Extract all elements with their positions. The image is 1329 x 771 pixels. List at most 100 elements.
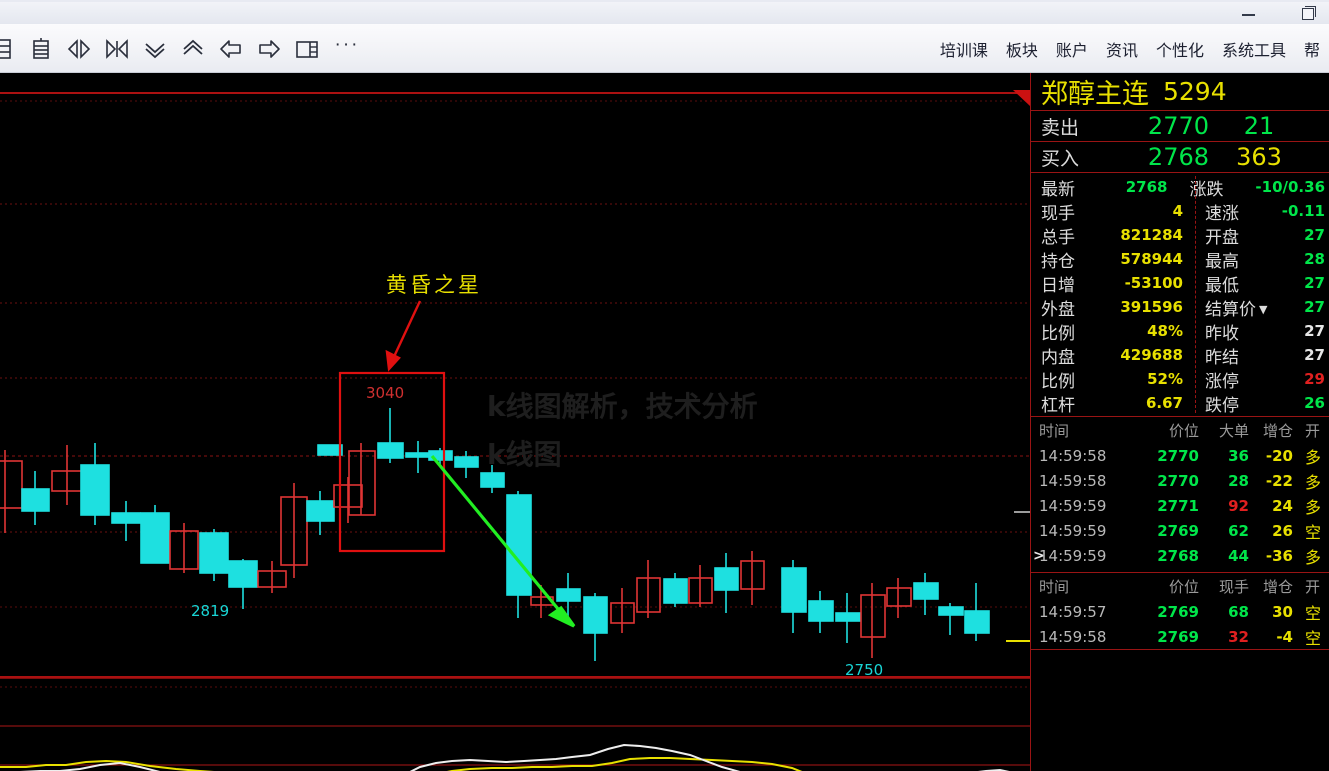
- self-select-icon[interactable]: [22, 24, 60, 73]
- stat-label-last: 最新: [1041, 179, 1075, 200]
- quote-stat-row: 最新 2768 涨跌 -10/0.36: [1031, 175, 1329, 200]
- menu-item-sector[interactable]: 板块: [997, 24, 1047, 73]
- maximize-button[interactable]: [1295, 2, 1321, 22]
- table-row[interactable]: 14:59:57 2769 68 30 空: [1031, 599, 1329, 624]
- stat-value-high: 28: [1304, 250, 1325, 268]
- instrument-name: 郑醇主连: [1041, 79, 1149, 110]
- cell-volume: 44: [1228, 546, 1249, 565]
- menu-bar: 培训课 板块 账户 资讯 个性化 系统工具 帮: [931, 24, 1329, 73]
- ask-row: 卖出 2770 21: [1031, 111, 1329, 142]
- trading-terminal-window: ··· 培训课 板块 账户 资讯 个性化 系统工具 帮 k线图解析，技术分析 k…: [0, 0, 1329, 771]
- cell-price: 2768: [1157, 546, 1199, 565]
- title-bar: [0, 0, 1329, 24]
- stat-label-open-interest: 持仓: [1041, 251, 1075, 272]
- stat-label-limit-up: 涨停: [1205, 371, 1239, 392]
- stat-label-outer-vol: 外盘: [1041, 299, 1075, 320]
- stat-value-prev-settle: 27: [1304, 346, 1325, 364]
- stat-value-total-vol: 821284: [1120, 226, 1183, 244]
- menu-item-training[interactable]: 培训课: [931, 24, 997, 73]
- cell-oi: -36: [1265, 546, 1293, 565]
- menu-item-system-tools[interactable]: 系统工具: [1213, 24, 1295, 73]
- stat-value-leverage: 6.67: [1145, 394, 1183, 412]
- stat-value-prev-close: 27: [1304, 322, 1325, 340]
- cell-oi: -4: [1276, 627, 1293, 646]
- quote-panel: 郑醇主连 5294 卖出 2770 21 买入 2768 363 最新 2768…: [1030, 73, 1329, 771]
- menu-item-account[interactable]: 账户: [1047, 24, 1097, 73]
- table-row[interactable]: 14:59:58 2770 28 -22 多: [1031, 468, 1329, 493]
- chevron-down-icon[interactable]: ▼: [1259, 303, 1267, 316]
- chevron-double-up-icon[interactable]: [174, 24, 212, 73]
- col-header-direction: 开: [1305, 421, 1321, 440]
- stat-value-inner-vol: 429688: [1120, 346, 1183, 364]
- stat-label-total-vol: 总手: [1041, 227, 1075, 248]
- stat-label-settlement[interactable]: 结算价 ▼: [1193, 295, 1279, 320]
- quote-stats-grid: 最新 2768 涨跌 -10/0.36 现手 4 速涨 -0.11 总手 821…: [1031, 173, 1329, 417]
- cell-time: 14:59:57: [1039, 602, 1107, 621]
- col-header-time: 时间: [1039, 577, 1070, 596]
- collapse-horizontal-icon[interactable]: [98, 24, 136, 73]
- layout-split-icon[interactable]: [288, 24, 326, 73]
- cell-volume: 32: [1228, 627, 1249, 646]
- menu-item-personalize[interactable]: 个性化: [1147, 24, 1213, 73]
- cell-price: 2771: [1157, 496, 1199, 515]
- bid-row: 买入 2768 363: [1031, 142, 1329, 173]
- month-icon[interactable]: [0, 24, 22, 73]
- bid-price: 2768: [1147, 143, 1209, 171]
- current-row-marker-icon: >: [1033, 547, 1045, 564]
- quote-stat-row: 持仓 578944 最高 28: [1031, 247, 1329, 272]
- big-order-table[interactable]: 时间 价位 大单 增仓 开 14:59:58 2770 36 -20 多 14:…: [1031, 417, 1329, 573]
- stat-label-high: 最高: [1205, 251, 1239, 272]
- cell-price: 2770: [1157, 471, 1199, 490]
- table-row[interactable]: > 14:59:59 2768 44 -36 多: [1031, 543, 1329, 568]
- stat-value-open-interest: 578944: [1120, 250, 1183, 268]
- menu-item-news[interactable]: 资讯: [1097, 24, 1147, 73]
- stat-label-low: 最低: [1205, 275, 1239, 296]
- restore-icon: [1301, 6, 1316, 20]
- expand-horizontal-icon[interactable]: [60, 24, 98, 73]
- cell-oi: 30: [1272, 602, 1293, 621]
- quote-stat-row: 比例 52% 涨停 29: [1031, 367, 1329, 392]
- cell-price: 2769: [1157, 602, 1199, 621]
- stat-label-change: 涨跌: [1189, 179, 1224, 200]
- stat-value-change: -10/0.36: [1255, 178, 1326, 196]
- table-row[interactable]: 14:59:59 2769 62 26 空: [1031, 518, 1329, 543]
- table-spacer: [1031, 568, 1329, 572]
- stat-label-leverage: 杠杆: [1041, 395, 1075, 416]
- stat-value-low: 27: [1304, 274, 1325, 292]
- stat-value-limit-down: 26: [1304, 394, 1325, 412]
- arrow-right-icon[interactable]: [250, 24, 288, 73]
- bid-volume: 363: [1236, 143, 1282, 171]
- stat-label-daily-increase: 日增: [1041, 275, 1075, 296]
- cell-time: 14:59:58: [1039, 627, 1107, 646]
- table-row[interactable]: 14:59:58 2769 32 -4 空: [1031, 624, 1329, 649]
- candlestick-chart[interactable]: k线图解析，技术分析 k线图 黄昏之星 3040 2819 2750: [0, 73, 1030, 771]
- table-row[interactable]: 14:59:58 2770 36 -20 多: [1031, 443, 1329, 468]
- stat-value-daily-increase: -53100: [1124, 274, 1183, 292]
- menu-item-help[interactable]: 帮: [1295, 24, 1329, 73]
- col-header-direction: 开: [1305, 577, 1321, 596]
- quote-stat-row: 杠杆 6.67 跌停 26: [1031, 391, 1329, 416]
- arrow-left-icon[interactable]: [212, 24, 250, 73]
- cell-price: 2769: [1157, 627, 1199, 646]
- cell-volume: 28: [1228, 471, 1249, 490]
- table-header-row: 时间 价位 现手 增仓 开: [1031, 573, 1329, 599]
- tick-table[interactable]: 时间 价位 现手 增仓 开 14:59:57 2769 68 30 空 14:5…: [1031, 573, 1329, 650]
- main-toolbar: ··· 培训课 板块 账户 资讯 个性化 系统工具 帮: [0, 24, 1329, 73]
- cell-direction: 空: [1305, 522, 1322, 542]
- col-header-volume: 大单: [1218, 421, 1249, 440]
- stat-value-open: 27: [1304, 226, 1325, 244]
- table-row[interactable]: 14:59:59 2771 92 24 多: [1031, 493, 1329, 518]
- stat-label-inner-ratio: 比例: [1041, 371, 1075, 392]
- chart-edge-markers: [1006, 511, 1030, 642]
- toolbar-overflow-button[interactable]: ···: [326, 24, 368, 73]
- chevron-double-down-icon[interactable]: [136, 24, 174, 73]
- minimize-button[interactable]: [1235, 2, 1261, 22]
- instrument-header[interactable]: 郑醇主连 5294: [1031, 73, 1329, 111]
- col-header-oi: 增仓: [1262, 421, 1293, 440]
- stat-value-outer-vol: 391596: [1120, 298, 1183, 316]
- cell-oi: 24: [1272, 496, 1293, 515]
- quote-stat-row: 外盘 391596 结算价 ▼ 27: [1031, 295, 1329, 320]
- col-header-price: 价位: [1168, 577, 1199, 596]
- cell-time: 14:59:58: [1039, 471, 1107, 490]
- stat-label-outer-ratio: 比例: [1041, 323, 1075, 344]
